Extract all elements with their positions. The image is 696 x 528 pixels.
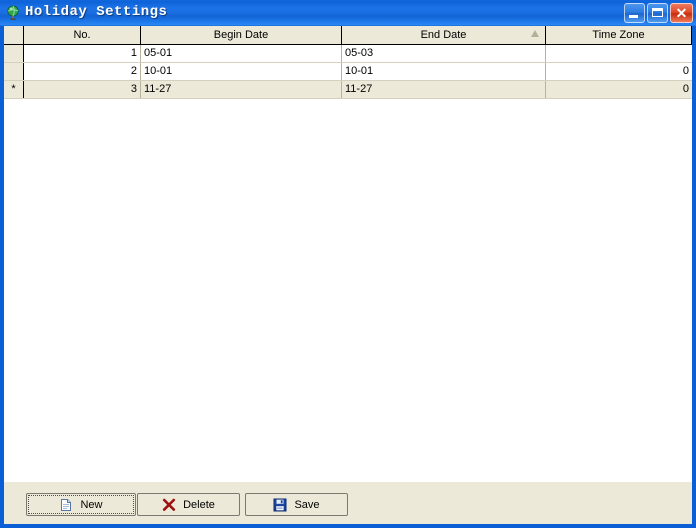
sort-ascending-icon bbox=[531, 30, 539, 37]
column-header-begin-date[interactable]: Begin Date bbox=[141, 26, 342, 44]
client-area: No. Begin Date End Date Time Zone 1 05-0… bbox=[4, 26, 692, 524]
grid-header-row: No. Begin Date End Date Time Zone bbox=[4, 26, 692, 45]
column-header-no[interactable]: No. bbox=[24, 26, 141, 44]
window-right-border bbox=[692, 26, 696, 524]
table-row[interactable]: 1 05-01 05-03 bbox=[4, 45, 692, 63]
close-button[interactable]: ✕ bbox=[670, 3, 693, 23]
cell-end-date[interactable]: 05-03 bbox=[342, 45, 546, 62]
cell-no[interactable]: 3 bbox=[24, 81, 141, 98]
cell-begin-date[interactable]: 10-01 bbox=[141, 63, 342, 80]
save-button-label: Save bbox=[294, 499, 319, 511]
new-row-marker[interactable]: * bbox=[4, 81, 24, 98]
window-title: Holiday Settings bbox=[25, 4, 167, 20]
button-panel: New Delete bbox=[4, 481, 692, 524]
title-bar[interactable]: Holiday Settings ✕ bbox=[0, 0, 696, 26]
row-marker[interactable] bbox=[4, 63, 24, 80]
maximize-button[interactable] bbox=[647, 3, 668, 23]
cell-no[interactable]: 1 bbox=[24, 45, 141, 62]
grid-header-gutter bbox=[4, 26, 24, 44]
table-row[interactable]: 2 10-01 10-01 0 bbox=[4, 63, 692, 81]
red-x-icon bbox=[162, 498, 176, 512]
cell-end-date[interactable]: 11-27 bbox=[342, 81, 546, 98]
cell-end-date[interactable]: 10-01 bbox=[342, 63, 546, 80]
minimize-icon bbox=[629, 15, 638, 18]
cell-begin-date[interactable]: 11-27 bbox=[141, 81, 342, 98]
minimize-button[interactable] bbox=[624, 3, 645, 23]
globe-icon bbox=[5, 5, 21, 21]
close-icon: ✕ bbox=[671, 4, 692, 22]
cell-time-zone[interactable] bbox=[546, 45, 692, 62]
new-button-label: New bbox=[80, 499, 102, 511]
holiday-settings-window: Holiday Settings ✕ No. Begin Date En bbox=[0, 0, 696, 528]
window-bottom-border bbox=[0, 524, 696, 528]
floppy-disk-icon bbox=[273, 498, 287, 512]
maximize-icon bbox=[652, 8, 663, 17]
delete-button[interactable]: Delete bbox=[137, 493, 240, 516]
row-marker[interactable] bbox=[4, 45, 24, 62]
grid-body: 1 05-01 05-03 2 10-01 10-01 0 * 3 11-27 bbox=[4, 45, 692, 99]
grid-empty-area[interactable] bbox=[4, 99, 692, 481]
cell-begin-date[interactable]: 05-01 bbox=[141, 45, 342, 62]
new-document-icon bbox=[59, 498, 73, 512]
cell-time-zone[interactable]: 0 bbox=[546, 81, 692, 98]
column-header-end-date-label: End Date bbox=[421, 29, 467, 41]
holiday-data-grid[interactable]: No. Begin Date End Date Time Zone 1 05-0… bbox=[4, 26, 692, 481]
cell-no[interactable]: 2 bbox=[24, 63, 141, 80]
table-row-new[interactable]: * 3 11-27 11-27 0 bbox=[4, 81, 692, 99]
cell-time-zone[interactable]: 0 bbox=[546, 63, 692, 80]
column-header-time-zone[interactable]: Time Zone bbox=[546, 26, 692, 44]
column-header-end-date[interactable]: End Date bbox=[342, 26, 546, 44]
delete-button-label: Delete bbox=[183, 499, 215, 511]
new-button[interactable]: New bbox=[26, 493, 136, 516]
save-button[interactable]: Save bbox=[245, 493, 348, 516]
window-controls: ✕ bbox=[624, 3, 693, 23]
